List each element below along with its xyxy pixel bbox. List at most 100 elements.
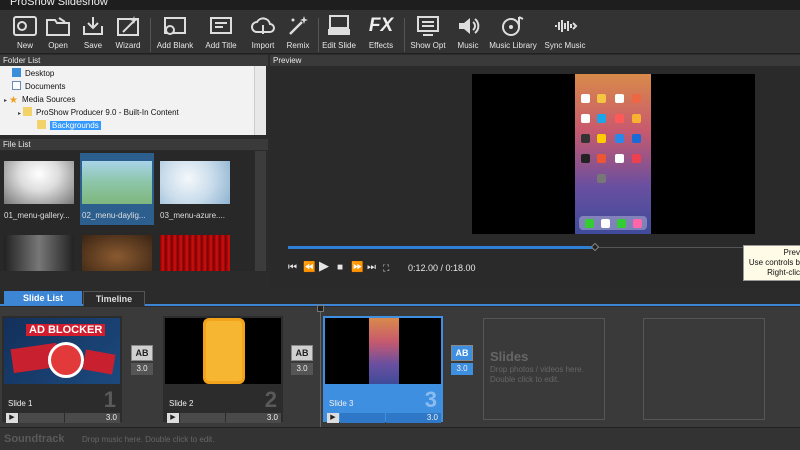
folder-open-icon: [46, 17, 70, 36]
transition-ab-icon[interactable]: AB: [291, 345, 313, 361]
edit-slide-icon: [328, 15, 350, 35]
app-icon: [632, 154, 641, 163]
file-thumbnail[interactable]: [80, 227, 154, 271]
music-button[interactable]: Music: [453, 14, 483, 52]
add-title-icon: [210, 17, 232, 34]
sync-music-button[interactable]: Sync Music: [543, 14, 587, 52]
playback-progress[interactable]: [288, 246, 595, 249]
import-button[interactable]: Import: [247, 14, 279, 52]
show-options-icon: [417, 16, 439, 36]
rewind-icon[interactable]: ⏪: [303, 262, 315, 274]
app-icon: [601, 219, 610, 228]
skip-to-start-icon[interactable]: ⏮: [288, 262, 297, 274]
show-options-button[interactable]: Show Opt: [408, 14, 448, 52]
tooltip: Prev Use controls b Right-clic: [743, 245, 800, 281]
add-blank-icon: [164, 17, 186, 35]
app-icon: [632, 94, 641, 103]
tab-slide-list[interactable]: Slide List: [4, 291, 82, 306]
transition-ab-icon[interactable]: AB: [131, 345, 153, 361]
app-icon: [581, 94, 590, 103]
progress-track[interactable]: [595, 247, 748, 248]
app-icon: [597, 154, 606, 163]
open-button[interactable]: Open: [43, 14, 73, 52]
file-thumbnail[interactable]: 03_menu-azure....: [158, 153, 232, 225]
iphone-homescreen-image: [575, 74, 651, 234]
file-thumbnail[interactable]: [2, 227, 76, 271]
preview-panel: [270, 66, 800, 288]
tab-timeline[interactable]: Timeline: [83, 291, 145, 306]
apple-phone-image: [165, 318, 281, 384]
file-thumbnail[interactable]: 01_menu-gallery...: [2, 153, 76, 225]
slide-duration[interactable]: 3.0: [65, 413, 120, 423]
folder-item-media-sources[interactable]: ▸ ★ Media Sources: [4, 94, 75, 106]
toolbar-separator: [318, 18, 319, 52]
slide-audio-bar: [180, 413, 225, 423]
effects-button[interactable]: FX Effects: [364, 14, 398, 52]
toolbar-separator: [150, 18, 151, 52]
soundtrack-bar[interactable]: Soundtrack Drop music here. Double click…: [0, 427, 800, 450]
edit-slide-button[interactable]: Edit Slide: [321, 14, 357, 52]
app-icon: [585, 219, 594, 228]
expand-arrow-icon[interactable]: ▸: [18, 111, 21, 117]
stop-icon[interactable]: ■: [337, 262, 343, 274]
transition-2[interactable]: AB 3.0: [291, 345, 313, 379]
expand-arrow-icon[interactable]: ▸: [4, 98, 7, 104]
skip-to-end-icon[interactable]: ⏭: [367, 262, 376, 274]
file-thumbnail[interactable]: 02_menu-daylig...: [80, 153, 154, 225]
folder-tree[interactable]: Desktop Documents ▸ ★ Media Sources ▸ ProSh…: [0, 66, 266, 135]
thumbnail-image: [82, 235, 152, 271]
slide-2[interactable]: 2 Slide 2 ▶ 3.0: [163, 316, 283, 423]
music-library-button[interactable]: Music Library: [488, 14, 538, 52]
thumbnail-image: [4, 161, 74, 204]
wizard-button[interactable]: Wizard: [112, 14, 144, 52]
transition-3[interactable]: AB 3.0: [451, 345, 473, 379]
folder-item-documents[interactable]: Documents: [12, 81, 65, 93]
main-toolbar: New Open Save Wizard Add Blank Add Title…: [0, 10, 800, 54]
transition-ab-icon[interactable]: AB: [451, 345, 473, 361]
fullscreen-icon[interactable]: ⛶: [383, 262, 389, 274]
app-icon: [633, 219, 642, 228]
speaker-icon: [459, 18, 480, 34]
add-title-button[interactable]: Add Title: [201, 14, 241, 52]
folder-list-scrollbar[interactable]: [254, 66, 266, 135]
star-icon: ★: [9, 95, 18, 106]
slide-play-icon[interactable]: ▶: [327, 413, 339, 423]
empty-slide-placeholder[interactable]: [643, 318, 765, 420]
ad-card: [82, 349, 116, 375]
preview-screen[interactable]: [472, 74, 755, 234]
fast-forward-icon[interactable]: ⏩: [351, 262, 363, 274]
file-list-scrollbar[interactable]: [254, 151, 266, 271]
remix-button[interactable]: Remix: [282, 14, 314, 52]
play-icon[interactable]: ▶: [319, 259, 329, 272]
app-icon: [615, 154, 624, 163]
slide-duration[interactable]: 3.0: [226, 413, 281, 423]
slide-1[interactable]: AD BLOCKER 1 Slide 1 ▶ 3.0: [2, 316, 122, 423]
transition-duration[interactable]: 3.0: [451, 363, 473, 375]
slide-play-icon[interactable]: ▶: [6, 413, 18, 423]
slide-audio-bar: [340, 413, 385, 423]
slide-duration[interactable]: 3.0: [386, 413, 441, 423]
app-icon: [597, 134, 606, 143]
transition-1[interactable]: AB 3.0: [131, 345, 153, 379]
add-blank-button[interactable]: Add Blank: [154, 14, 196, 52]
app-icon: [632, 134, 641, 143]
empty-slide-placeholder[interactable]: Slides Drop photos / videos here. Double…: [483, 318, 605, 420]
transition-duration[interactable]: 3.0: [131, 363, 153, 375]
slide-play-icon[interactable]: ▶: [167, 413, 179, 423]
ad-blocker-image: AD BLOCKER: [4, 318, 120, 384]
app-icon: [615, 134, 624, 143]
folder-item-desktop[interactable]: Desktop: [12, 68, 54, 80]
folder-item-backgrounds[interactable]: Backgrounds: [37, 120, 101, 132]
file-thumbnail[interactable]: [158, 227, 232, 271]
new-button[interactable]: New: [8, 14, 42, 52]
folder-icon: [37, 120, 46, 129]
app-icon: [632, 114, 641, 123]
title-bar: ProShow Slideshow: [0, 0, 800, 10]
save-button[interactable]: Save: [78, 14, 108, 52]
playhead-handle[interactable]: [317, 305, 324, 312]
folder-item-builtin-content[interactable]: ▸ ProShow Producer 9.0 - Built-In Content: [18, 107, 179, 119]
app-icon: [597, 114, 606, 123]
app-icon: [597, 174, 606, 183]
slide-3[interactable]: 3 Slide 3 ▶ 3.0: [323, 316, 443, 423]
transition-duration[interactable]: 3.0: [291, 363, 313, 375]
